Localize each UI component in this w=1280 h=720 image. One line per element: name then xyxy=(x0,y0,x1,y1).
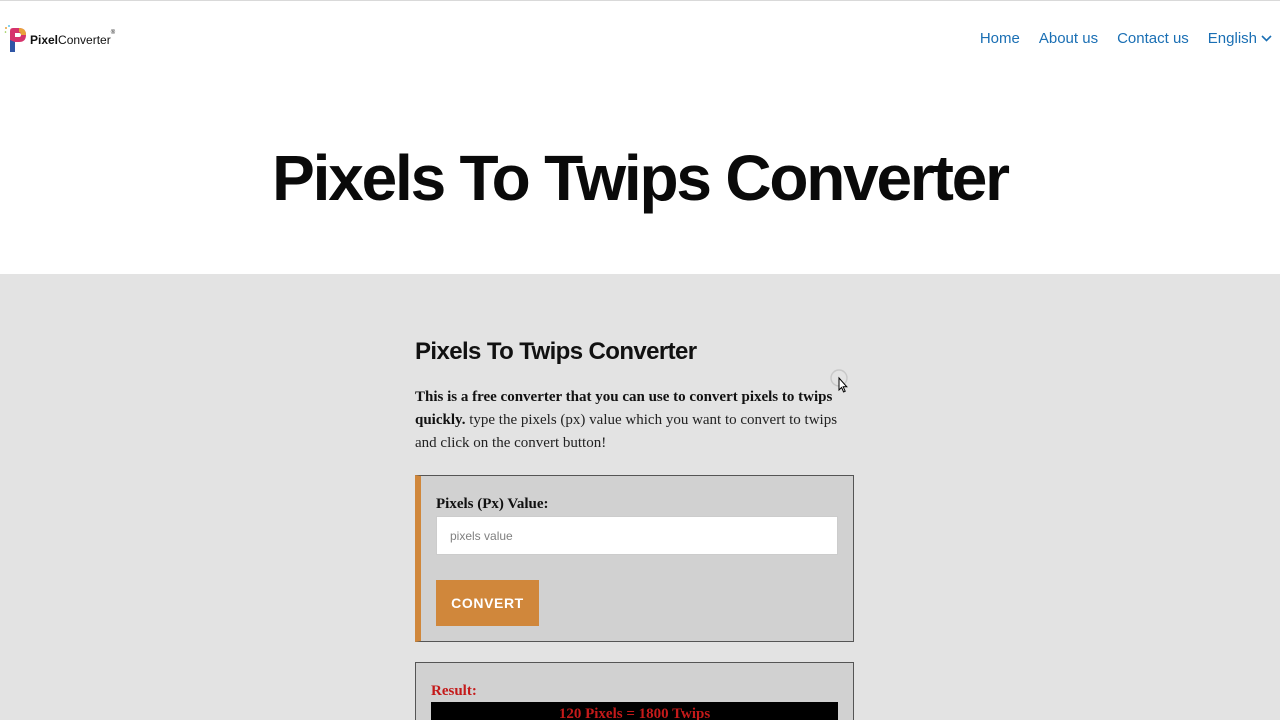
description: This is a free converter that you can us… xyxy=(415,386,855,455)
section-title: Pixels To Twips Converter xyxy=(415,338,697,365)
language-label: English xyxy=(1207,30,1257,47)
logo-wordmark: PixelConverter® xyxy=(30,30,116,47)
site-header: PixelConverter® Home About us Contact us… xyxy=(0,0,1280,274)
pixels-input-label: Pixels (Px) Value: xyxy=(436,496,549,512)
pixels-value-input[interactable] xyxy=(436,516,838,555)
nav-home-link[interactable]: Home xyxy=(980,30,1020,47)
language-selector[interactable]: English xyxy=(1208,30,1272,47)
result-output: 120 Pixels = 1800 Twips xyxy=(431,702,838,720)
page-title: Pixels To Twips Converter xyxy=(272,142,1010,214)
pixel-converter-logo-icon xyxy=(4,25,26,52)
result-label: Result: xyxy=(431,683,477,699)
convert-button[interactable]: CONVERT xyxy=(436,580,539,626)
site-logo[interactable]: PixelConverter® xyxy=(4,24,115,54)
main-nav: Home About us Contact us English xyxy=(961,30,1272,47)
chevron-down-icon xyxy=(1261,35,1272,42)
mouse-cursor-icon xyxy=(830,369,848,393)
converter-form: Pixels (Px) Value: CONVERT xyxy=(415,475,854,642)
main-content: Pixels To Twips Converter This is a free… xyxy=(0,274,1280,720)
result-panel: Result: 120 Pixels = 1800 Twips xyxy=(415,662,854,720)
description-regular: type the pixels (px) value which you wan… xyxy=(415,412,838,451)
nav-contact-us-link[interactable]: Contact us xyxy=(1117,30,1189,47)
nav-about-us-link[interactable]: About us xyxy=(1039,30,1098,47)
